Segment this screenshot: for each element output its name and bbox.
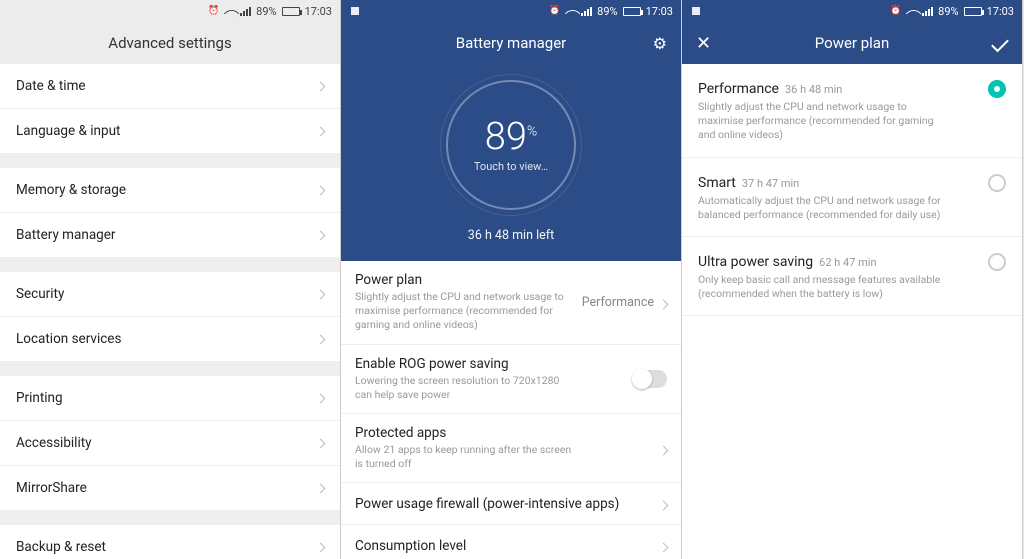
item-mirrorshare[interactable]: MirrorShare (0, 466, 340, 511)
signal-icon (240, 7, 251, 16)
chevron-right-icon (317, 182, 324, 198)
battery-percent: 89% (485, 118, 538, 156)
item-printing[interactable]: Printing (0, 376, 340, 421)
header: Advanced settings (0, 22, 340, 64)
screen-power-plan: 89% 17:03 ✕ Power plan Performance36 h 4… (682, 0, 1023, 559)
time-left: 36 h 48 min left (468, 228, 554, 243)
item-location-services[interactable]: Location services (0, 317, 340, 362)
chevron-right-icon (660, 536, 667, 555)
signal-icon (922, 7, 933, 16)
battery-pct: 89% (256, 5, 276, 18)
battery-body: Power plan Slightly adjust the CPU and n… (341, 261, 681, 559)
radio-ultra[interactable] (988, 253, 1006, 271)
item-accessibility[interactable]: Accessibility (0, 421, 340, 466)
wifi-icon (906, 6, 917, 17)
confirm-button[interactable] (978, 22, 1022, 64)
chevron-right-icon (317, 435, 324, 451)
screen-advanced-settings: 89% 17:03 Advanced settings Date & time … (0, 0, 341, 559)
chevron-right-icon (317, 539, 324, 555)
row-firewall[interactable]: Power usage firewall (power-intensive ap… (341, 483, 681, 525)
item-security[interactable]: Security (0, 272, 340, 317)
wifi-icon (224, 6, 235, 17)
screen-battery-manager: 89% 17:03 Battery manager 89% Touch to v… (341, 0, 682, 559)
power-plan-list: Performance36 h 48 min Slightly adjust t… (682, 64, 1022, 559)
option-ultra[interactable]: Ultra power saving62 h 47 min Only keep … (682, 237, 1022, 316)
chevron-right-icon (317, 78, 324, 94)
battery-icon (964, 7, 982, 16)
battery-pct: 89% (597, 5, 617, 18)
chevron-right-icon (317, 390, 324, 406)
row-power-plan[interactable]: Power plan Slightly adjust the CPU and n… (341, 261, 681, 345)
page-title: Power plan (815, 34, 889, 52)
radio-performance[interactable] (988, 80, 1006, 98)
clock: 17:03 (305, 5, 332, 18)
option-smart[interactable]: Smart37 h 47 min Automatically adjust th… (682, 158, 1022, 237)
status-bar: 89% 17:03 (341, 0, 681, 22)
clock: 17:03 (646, 5, 673, 18)
rog-toggle[interactable] (633, 370, 667, 388)
item-battery-manager[interactable]: Battery manager (0, 213, 340, 258)
app-icon (692, 7, 700, 15)
close-button[interactable]: ✕ (682, 22, 725, 64)
touch-to-view: Touch to view… (474, 160, 548, 173)
row-rog[interactable]: Enable ROG power saving Lowering the scr… (341, 345, 681, 414)
item-backup-reset[interactable]: Backup & reset (0, 525, 340, 559)
alarm-icon (890, 6, 901, 16)
settings-button[interactable] (639, 22, 681, 64)
gear-icon (653, 34, 667, 53)
alarm-icon (208, 6, 219, 16)
row-consumption[interactable]: Consumption level (341, 525, 681, 559)
chevron-right-icon (317, 123, 324, 139)
page-title: Battery manager (456, 34, 567, 52)
status-bar: 89% 17:03 (682, 0, 1022, 22)
item-language-input[interactable]: Language & input (0, 109, 340, 154)
battery-icon (623, 7, 641, 16)
signal-icon (581, 7, 592, 16)
row-protected-apps[interactable]: Protected apps Allow 21 apps to keep run… (341, 414, 681, 483)
chevron-right-icon (317, 227, 324, 243)
chevron-right-icon (317, 331, 324, 347)
option-performance[interactable]: Performance36 h 48 min Slightly adjust t… (682, 64, 1022, 158)
close-icon: ✕ (696, 33, 711, 54)
alarm-icon (549, 6, 560, 16)
battery-pct: 89% (938, 5, 958, 18)
battery-hero: 89% Touch to view… 36 h 48 min left (341, 64, 681, 261)
header: Battery manager (341, 22, 681, 64)
check-icon (992, 34, 1008, 52)
radio-smart[interactable] (988, 174, 1006, 192)
wifi-icon (565, 6, 576, 17)
page-title: Advanced settings (108, 34, 231, 52)
chevron-right-icon (660, 494, 667, 513)
power-plan-value: Performance (582, 295, 654, 310)
header: ✕ Power plan (682, 22, 1022, 64)
chevron-right-icon (660, 293, 667, 312)
item-memory-storage[interactable]: Memory & storage (0, 168, 340, 213)
battery-icon (282, 7, 300, 16)
battery-circle[interactable]: 89% Touch to view… (446, 80, 576, 210)
item-date-time[interactable]: Date & time (0, 64, 340, 109)
chevron-right-icon (317, 286, 324, 302)
status-bar: 89% 17:03 (0, 0, 340, 22)
settings-list: Date & time Language & input Memory & st… (0, 64, 340, 559)
app-icon (351, 7, 359, 15)
chevron-right-icon (660, 439, 667, 458)
chevron-right-icon (317, 480, 324, 496)
clock: 17:03 (987, 5, 1014, 18)
